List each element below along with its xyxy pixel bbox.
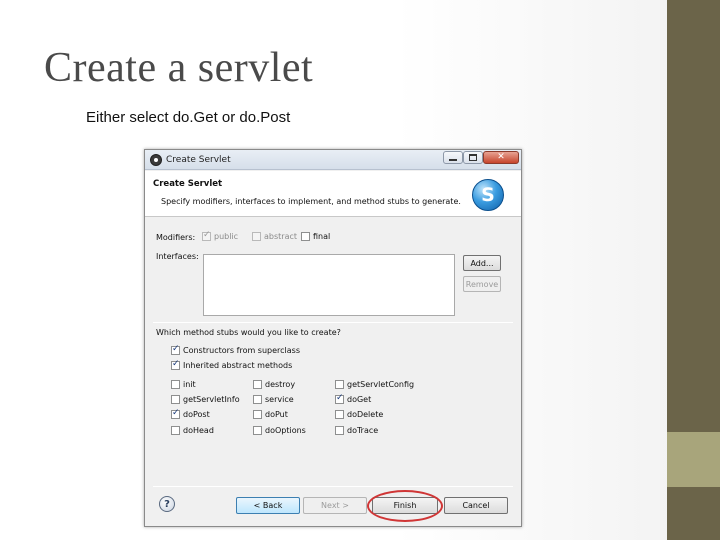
stub-destroy[interactable]: destroy <box>253 380 295 389</box>
stub-dooptions[interactable]: doOptions <box>253 426 306 435</box>
abstract-checkbox <box>252 232 261 241</box>
dialog-header: Create Servlet Specify modifiers, interf… <box>145 171 521 217</box>
separator-top <box>153 322 513 323</box>
modifier-final[interactable]: final <box>301 232 330 241</box>
slide-title: Create a servlet <box>44 45 314 91</box>
header-title: Create Servlet <box>153 179 223 189</box>
stubs-question: Which method stubs would you like to cre… <box>156 328 341 337</box>
side-bar-accent <box>667 432 720 487</box>
stub-init[interactable]: init <box>171 380 196 389</box>
stub-getservletinfo[interactable]: getServletInfo <box>171 395 240 404</box>
remove-interface-button[interactable]: Remove <box>463 276 501 292</box>
modifier-abstract: abstract <box>252 232 297 241</box>
inherited-abstract-checkbox[interactable] <box>171 359 180 370</box>
dooptions-checkbox[interactable] <box>253 426 262 435</box>
close-button[interactable]: ✕ <box>483 151 519 164</box>
minimize-icon <box>449 159 457 161</box>
modifiers-label: Modifiers: <box>156 233 196 242</box>
back-button[interactable]: < Back <box>236 497 300 514</box>
getservletinfo-checkbox[interactable] <box>171 395 180 404</box>
stub-dotrace[interactable]: doTrace <box>335 426 378 435</box>
eclipse-app-icon <box>150 154 162 166</box>
stub-constructors[interactable]: Constructors from superclass <box>171 344 300 355</box>
help-icon[interactable]: ? <box>159 496 175 512</box>
header-description: Specify modifiers, interfaces to impleme… <box>161 197 461 206</box>
maximize-button[interactable] <box>463 151 483 164</box>
stub-dodelete[interactable]: doDelete <box>335 410 383 419</box>
doget-checkbox[interactable] <box>335 393 344 404</box>
stub-doget[interactable]: doGet <box>335 393 371 404</box>
add-interface-button[interactable]: Add... <box>463 255 501 271</box>
destroy-checkbox[interactable] <box>253 380 262 389</box>
dopost-checkbox[interactable] <box>171 408 180 419</box>
interfaces-list[interactable] <box>203 254 455 316</box>
stub-inherited-abstract[interactable]: Inherited abstract methods <box>171 359 292 370</box>
cancel-button[interactable]: Cancel <box>444 497 508 514</box>
stub-getservletconfig[interactable]: getServletConfig <box>335 380 414 389</box>
create-servlet-dialog: Create Servlet ✕ Create Servlet Specify … <box>144 149 522 527</box>
dodelete-checkbox[interactable] <box>335 410 344 419</box>
final-checkbox[interactable] <box>301 232 310 241</box>
dialog-window-title: Create Servlet <box>166 155 231 165</box>
dialog-titlebar[interactable]: Create Servlet ✕ <box>145 150 521 170</box>
close-icon: ✕ <box>497 152 505 162</box>
dotrace-checkbox[interactable] <box>335 426 344 435</box>
public-checkbox <box>202 230 211 241</box>
getservletconfig-checkbox[interactable] <box>335 380 344 389</box>
minimize-button[interactable] <box>443 151 463 164</box>
service-checkbox[interactable] <box>253 395 262 404</box>
servlet-logo-icon: S <box>472 179 504 211</box>
stub-dopost[interactable]: doPost <box>171 408 210 419</box>
slide-subtitle: Either select do.Get or do.Post <box>86 109 291 126</box>
dohead-checkbox[interactable] <box>171 426 180 435</box>
stub-doput[interactable]: doPut <box>253 410 288 419</box>
doput-checkbox[interactable] <box>253 410 262 419</box>
init-checkbox[interactable] <box>171 380 180 389</box>
stub-dohead[interactable]: doHead <box>171 426 214 435</box>
modifier-public: public <box>202 230 238 241</box>
constructors-checkbox[interactable] <box>171 344 180 355</box>
finish-highlight-ring <box>367 490 443 522</box>
separator-bottom <box>153 486 513 487</box>
interfaces-label: Interfaces: <box>156 252 199 261</box>
maximize-icon <box>469 154 477 161</box>
next-button[interactable]: Next > <box>303 497 367 514</box>
stub-service[interactable]: service <box>253 395 294 404</box>
